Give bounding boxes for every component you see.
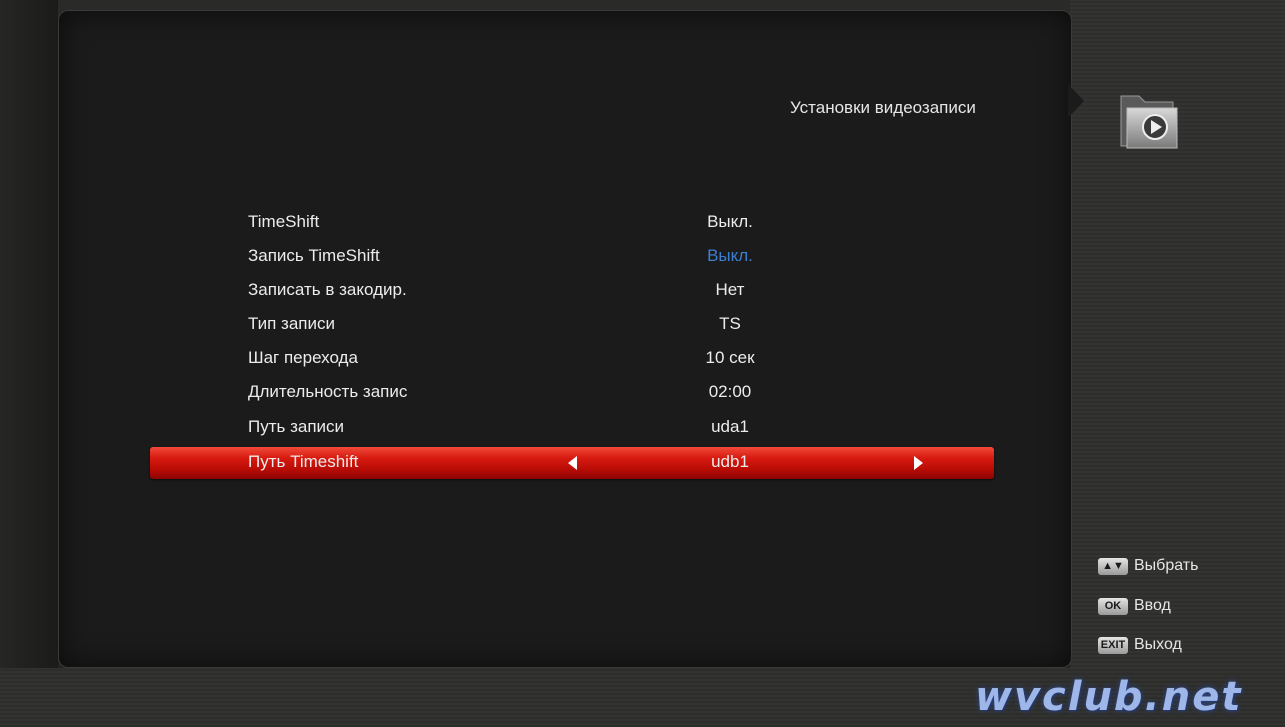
setting-label: Шаг перехода (248, 348, 358, 367)
setting-row-timeshift-record[interactable]: Запись TimeShift Выкл. (150, 241, 994, 273)
exit-key-icon: EXIT (1098, 636, 1128, 654)
setting-label: Путь записи (248, 417, 345, 436)
setting-value: udb1 (711, 452, 749, 471)
setting-label: Записать в закодир. (248, 280, 407, 299)
setting-label: Тип записи (248, 314, 336, 333)
setting-value: 10 сек (705, 348, 755, 367)
setting-label: Запись TimeShift (248, 246, 380, 265)
setting-label: Путь Timeshift (248, 452, 359, 471)
setting-row-record-type[interactable]: Тип записи TS (150, 309, 994, 341)
folder-play-icon (1115, 82, 1185, 150)
setting-label: Длительность запис (248, 382, 408, 401)
up-down-key-icon: ▲▼ (1098, 557, 1128, 575)
help-select: ▲▼ Выбрать (1098, 557, 1198, 579)
setting-value: Нет (715, 280, 745, 299)
page-title: Установки видеозаписи (790, 98, 976, 117)
help-text: Выход (1134, 636, 1182, 653)
help-text: Выбрать (1134, 557, 1199, 574)
arrow-left-icon[interactable] (568, 456, 577, 470)
setting-row-record-encrypted[interactable]: Записать в закодир. Нет (150, 275, 994, 307)
watermark-logo: wvclub.net (975, 674, 1243, 720)
setting-row-record-path[interactable]: Путь записи uda1 (150, 412, 994, 444)
help-text: Ввод (1134, 597, 1171, 614)
setting-value: 02:00 (708, 382, 752, 401)
left-border (0, 0, 58, 727)
help-enter: OK Ввод (1098, 597, 1171, 619)
arrow-right-icon[interactable] (914, 456, 923, 470)
setting-row-jump-step[interactable]: Шаг перехода 10 сек (150, 343, 994, 375)
setting-value: Выкл. (707, 246, 753, 265)
ok-key-icon: OK (1098, 597, 1128, 615)
setting-row-timeshift-path[interactable]: Путь Timeshift udb1 (150, 447, 994, 479)
setting-row-record-duration[interactable]: Длительность запис 02:00 (150, 377, 994, 409)
setting-value: uda1 (711, 417, 749, 436)
setting-row-timeshift[interactable]: TimeShift Выкл. (150, 207, 994, 239)
setting-label: TimeShift (248, 212, 320, 231)
help-exit: EXIT Выход (1098, 636, 1182, 658)
setting-value: TS (719, 314, 741, 333)
setting-value: Выкл. (707, 212, 753, 231)
title-pointer (1068, 84, 1084, 118)
